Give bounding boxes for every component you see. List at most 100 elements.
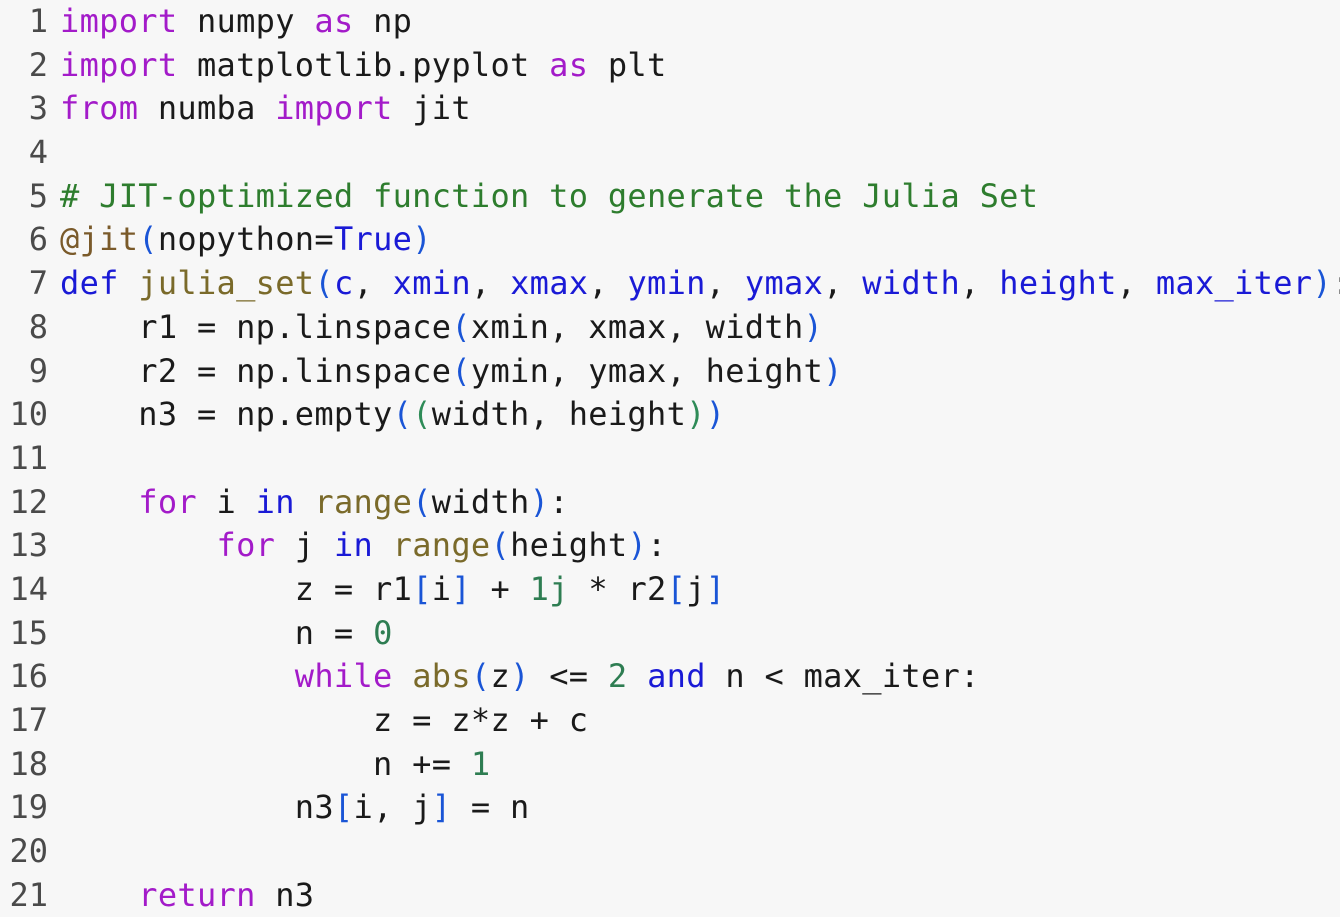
code-token: return: [138, 875, 256, 914]
code-text: for j in range(height):: [60, 524, 667, 568]
code-token: z: [490, 657, 511, 696]
code-token: in: [255, 482, 295, 521]
code-token: ): [686, 395, 706, 434]
code-line[interactable]: 11: [0, 437, 1340, 481]
code-text: return n3: [60, 874, 314, 917]
line-number: 20: [9, 832, 48, 871]
code-token: ]: [451, 569, 471, 608]
code-line[interactable]: 10 n3 = np.empty((width, height)): [0, 393, 1340, 437]
code-token: width: [862, 264, 961, 303]
code-token: numba: [138, 89, 276, 128]
code-line[interactable]: 5 # JIT-optimized function to generate th…: [0, 175, 1340, 219]
code-token: abs: [412, 657, 471, 696]
code-token: True: [333, 220, 413, 259]
code-token: z = r1: [60, 569, 413, 608]
code-token: @jit: [60, 220, 139, 259]
code-text: from numba import jit: [60, 87, 471, 131]
code-token: ,: [960, 264, 1000, 303]
code-line[interactable]: 4: [0, 131, 1340, 175]
line-number: 18: [9, 744, 48, 783]
code-token: # JIT-optimized function to generate the…: [60, 176, 1039, 215]
code-line[interactable]: 7 def julia_set(c, xmin, xmax, ymin, ymax…: [0, 262, 1340, 306]
code-token: range: [314, 482, 413, 521]
code-token: (: [412, 482, 432, 521]
code-text: import numpy as np: [60, 0, 412, 44]
code-line[interactable]: 19 n3[i, j] = n: [0, 786, 1340, 830]
code-line[interactable]: 14 z = r1[i] + 1j * r2[j]: [0, 568, 1340, 612]
code-token: as: [314, 2, 354, 40]
code-token: plt: [588, 45, 667, 84]
code-token: (: [412, 395, 432, 434]
code-line[interactable]: 6 @jit(nopython=True): [0, 218, 1340, 262]
code-token: i: [431, 569, 452, 608]
code-line[interactable]: 13 for j in range(height):: [0, 524, 1340, 568]
code-line[interactable]: 21 return n3: [0, 874, 1340, 917]
code-token: r2 = np.linspace: [60, 351, 452, 390]
code-token: ,: [353, 264, 393, 303]
code-token: ): [803, 307, 824, 346]
code-text: for i in range(width):: [60, 481, 569, 525]
code-token: def: [60, 264, 119, 303]
code-line[interactable]: 20: [0, 830, 1340, 874]
code-token: (: [451, 307, 471, 346]
code-token: and: [647, 657, 706, 696]
code-token: z = z*z + c: [60, 701, 589, 739]
code-token: n3: [60, 788, 334, 827]
code-token: ): [412, 220, 432, 259]
code-token: (: [138, 220, 158, 259]
code-line[interactable]: 18 n += 1: [0, 743, 1340, 787]
code-token: import: [60, 45, 178, 84]
code-token: [: [333, 788, 354, 827]
code-token: i: [196, 482, 256, 521]
line-number: 16: [9, 657, 48, 696]
code-text: def julia_set(c, xmin, xmax, ymin, ymax,…: [60, 262, 1340, 306]
code-token: n3 = np.empty: [60, 395, 393, 434]
line-number: 15: [9, 613, 48, 652]
code-editor[interactable]: 1 import numpy as np 2 import matplotlib.py…: [0, 0, 1340, 914]
code-text: @jit(nopython=True): [60, 218, 432, 262]
code-token: from: [60, 89, 139, 128]
code-text: n += 1: [60, 743, 490, 787]
code-token: = n: [451, 788, 530, 827]
line-number: 11: [9, 438, 48, 477]
code-line[interactable]: 17 z = z*z + c: [0, 699, 1340, 743]
code-token: <=: [529, 657, 608, 696]
code-token: :: [647, 526, 667, 565]
code-token: * r2: [568, 569, 667, 608]
code-token: c: [333, 264, 354, 303]
code-line[interactable]: 9 r2 = np.linspace(ymin, ymax, height): [0, 350, 1340, 394]
code-token: as: [549, 45, 589, 84]
code-token: i, j: [353, 788, 432, 827]
code-token: ,: [1116, 264, 1156, 303]
code-token: range: [392, 526, 491, 565]
code-token: 0: [373, 613, 393, 652]
code-token: ]: [705, 569, 726, 608]
line-number: 9: [28, 351, 48, 390]
code-token: julia_set: [138, 264, 315, 303]
code-line[interactable]: 1 import numpy as np: [0, 0, 1340, 44]
code-line[interactable]: 8 r1 = np.linspace(xmin, xmax, width): [0, 306, 1340, 350]
code-token: while: [294, 657, 393, 696]
code-token: 1j: [529, 569, 569, 608]
code-line[interactable]: 2 import matplotlib.pyplot as plt: [0, 44, 1340, 88]
code-token: [: [412, 569, 432, 608]
code-text: n = 0: [60, 612, 393, 656]
code-token: nopython=: [157, 220, 334, 259]
code-line[interactable]: 12 for i in range(width):: [0, 481, 1340, 525]
code-line[interactable]: 16 while abs(z) <= 2 and n < max_iter:: [0, 655, 1340, 699]
code-line[interactable]: 3 from numba import jit: [0, 87, 1340, 131]
line-number: 3: [28, 89, 48, 128]
line-number: 17: [9, 701, 48, 739]
code-token: ,: [823, 264, 863, 303]
code-line[interactable]: 15 n = 0: [0, 612, 1340, 656]
code-text: r2 = np.linspace(ymin, ymax, height): [60, 350, 843, 394]
code-token: (: [392, 395, 413, 434]
code-token: max_iter: [1155, 264, 1313, 303]
code-token: np: [353, 2, 413, 40]
